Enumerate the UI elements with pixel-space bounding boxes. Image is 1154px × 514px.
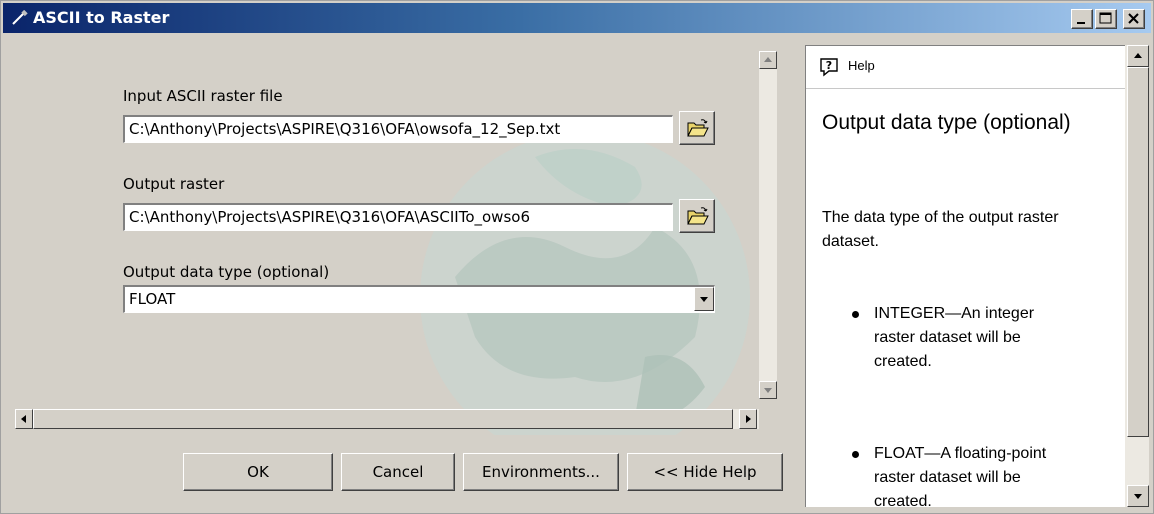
svg-text:?: ? — [826, 59, 832, 72]
maximize-icon — [1099, 12, 1112, 24]
environments-button[interactable]: Environments... — [463, 453, 619, 491]
help-title: Output data type (optional) — [822, 111, 1071, 134]
folder-open-icon — [687, 119, 709, 137]
scroll-thumb[interactable] — [33, 409, 733, 429]
scroll-arrow-icon — [1134, 494, 1142, 499]
scroll-arrow-icon — [764, 388, 772, 393]
maximize-button[interactable] — [1095, 9, 1117, 29]
input-file-label: Input ASCII raster file — [123, 87, 283, 105]
title-bar[interactable]: ASCII to Raster — [3, 3, 1151, 33]
chevron-down-icon — [700, 297, 708, 302]
help-scroll-thumb[interactable] — [1127, 67, 1149, 437]
browse-input-button[interactable] — [679, 111, 715, 145]
ok-button[interactable]: OK — [183, 453, 333, 491]
help-header: ? Help — [806, 46, 1125, 89]
output-type-value: FLOAT — [129, 290, 176, 308]
scroll-arrow-icon — [21, 415, 26, 423]
parameters-pane: Input ASCII raster file C:\Anthony\Proje… — [15, 37, 793, 435]
help-pane: ? Help Output data type (optional) The d… — [805, 45, 1125, 507]
help-bullet-integer: INTEGER—An integer raster dataset will b… — [852, 302, 1074, 374]
help-icon: ? — [818, 56, 840, 83]
help-vertical-scrollbar[interactable] — [1125, 45, 1149, 507]
help-header-label: Help — [848, 58, 875, 73]
folder-open-icon — [687, 207, 709, 225]
browse-output-button[interactable] — [679, 199, 715, 233]
scroll-right-button[interactable] — [739, 409, 757, 429]
window-title: ASCII to Raster — [33, 8, 170, 27]
scroll-arrow-icon — [1134, 53, 1142, 58]
minimize-icon — [1077, 22, 1085, 24]
left-vertical-scrollbar[interactable] — [759, 51, 777, 399]
scroll-arrow-icon — [764, 57, 772, 62]
scroll-left-button[interactable] — [15, 409, 33, 429]
output-raster-label: Output raster — [123, 175, 225, 193]
help-bullet-float: FLOAT—A floating-point raster dataset wi… — [852, 442, 1074, 507]
output-raster-field[interactable]: C:\Anthony\Projects\ASPIRE\Q316\OFA\ASCI… — [123, 203, 673, 231]
help-description: The data type of the output raster datas… — [822, 209, 1059, 250]
cancel-button[interactable]: Cancel — [341, 453, 455, 491]
help-scroll-up-button[interactable] — [1127, 45, 1149, 67]
input-file-field[interactable]: C:\Anthony\Projects\ASPIRE\Q316\OFA\owso… — [123, 115, 673, 143]
output-type-select[interactable]: FLOAT — [123, 285, 715, 313]
output-type-label: Output data type (optional) — [123, 263, 330, 281]
scroll-up-button[interactable] — [759, 51, 777, 69]
tool-icon — [11, 9, 29, 26]
minimize-button[interactable] — [1071, 9, 1093, 29]
dialog-window: ASCII to Raster Input ASCII raster file … — [0, 0, 1154, 514]
close-button[interactable] — [1123, 9, 1145, 29]
scroll-down-button[interactable] — [759, 381, 777, 399]
dropdown-button[interactable] — [694, 287, 714, 311]
globe-watermark — [420, 132, 750, 435]
scroll-arrow-icon — [746, 415, 751, 423]
hide-help-button[interactable]: << Hide Help — [627, 453, 783, 491]
help-scroll-down-button[interactable] — [1127, 485, 1149, 507]
close-icon — [1128, 13, 1139, 24]
